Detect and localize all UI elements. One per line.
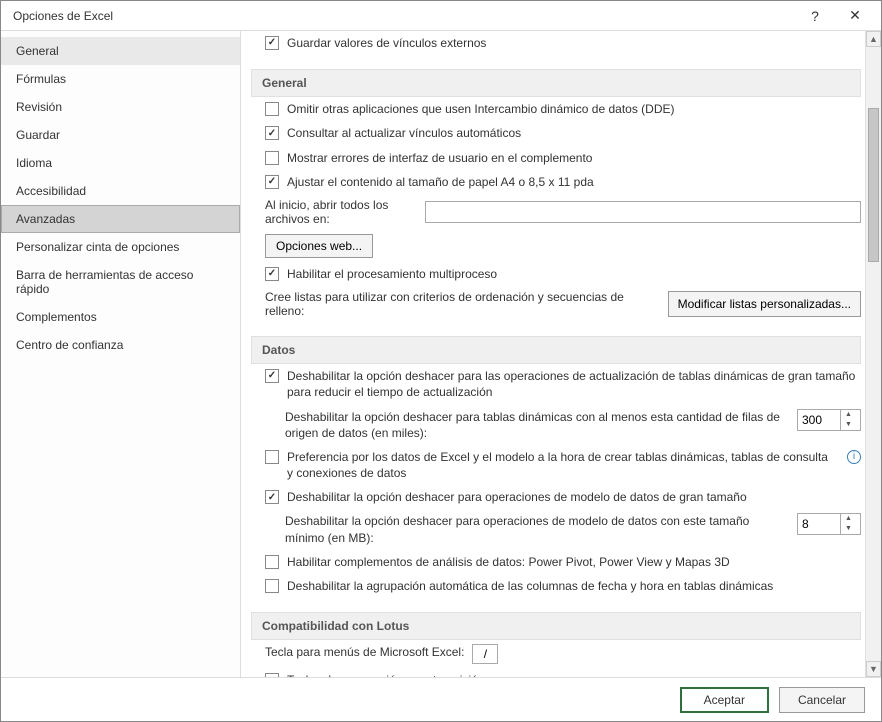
lbl-open-all-files: Al inicio, abrir todos los archivos en: xyxy=(265,198,415,226)
window-title: Opciones de Excel xyxy=(13,9,795,23)
btn-web-options[interactable]: Opciones web... xyxy=(265,234,373,258)
input-menu-key[interactable] xyxy=(472,644,498,664)
chk-consult-links[interactable] xyxy=(265,126,279,140)
help-button[interactable]: ? xyxy=(795,2,835,30)
chk-disable-undo-large-dm[interactable] xyxy=(265,490,279,504)
chk-disable-datetime-group[interactable] xyxy=(265,579,279,593)
lbl-disable-undo-dm-min: Deshabilitar la opción deshacer para ope… xyxy=(285,513,789,545)
chk-show-addin-errors[interactable] xyxy=(265,151,279,165)
spin-pt-rows[interactable]: ▲▼ xyxy=(797,409,861,431)
sidebar-item-formulas[interactable]: Fórmulas xyxy=(1,65,240,93)
sidebar-item-accessibility[interactable]: Accesibilidad xyxy=(1,177,240,205)
section-header-lotus: Compatibilidad con Lotus xyxy=(251,612,861,640)
options-content: Guardar valores de vínculos externos Gen… xyxy=(241,31,865,677)
info-icon[interactable]: i xyxy=(847,450,861,464)
spin-up-icon[interactable]: ▲ xyxy=(840,514,856,524)
input-open-all-files[interactable] xyxy=(425,201,861,223)
lbl-fit-a4: Ajustar el contenido al tamaño de papel … xyxy=(287,174,861,190)
lbl-show-addin-errors: Mostrar errores de interfaz de usuario e… xyxy=(287,150,861,166)
chk-save-external-links[interactable] xyxy=(265,36,279,50)
spin-down-icon[interactable]: ▼ xyxy=(840,420,856,430)
sidebar-item-addins[interactable]: Complementos xyxy=(1,303,240,331)
sidebar-item-quick-access[interactable]: Barra de herramientas de acceso rápido xyxy=(1,261,240,303)
lbl-disable-undo-pt-rows: Deshabilitar la opción deshacer para tab… xyxy=(285,409,789,441)
sidebar-item-revision[interactable]: Revisión xyxy=(1,93,240,121)
dialog-button-bar: Aceptar Cancelar xyxy=(1,677,881,721)
chk-disable-undo-large-pt[interactable] xyxy=(265,369,279,383)
ok-button[interactable]: Aceptar xyxy=(680,687,769,713)
scrollbar-track[interactable] xyxy=(866,47,881,661)
lbl-disable-undo-large-dm: Deshabilitar la opción deshacer para ope… xyxy=(287,489,861,505)
titlebar: Opciones de Excel ? ✕ xyxy=(1,1,881,31)
excel-options-dialog: Opciones de Excel ? ✕ General Fórmulas R… xyxy=(0,0,882,722)
lbl-transition-nav: Teclas de navegación para transición xyxy=(287,672,861,677)
sidebar-item-general[interactable]: General xyxy=(1,37,240,65)
close-button[interactable]: ✕ xyxy=(835,2,875,30)
sidebar-item-trust-center[interactable]: Centro de confianza xyxy=(1,331,240,359)
lbl-sort-lists: Cree listas para utilizar con criterios … xyxy=(265,290,660,318)
chk-omit-dde[interactable] xyxy=(265,102,279,116)
category-sidebar: General Fórmulas Revisión Guardar Idioma… xyxy=(1,31,241,677)
lbl-prefer-excel-model: Preferencia por los datos de Excel y el … xyxy=(287,449,833,481)
scroll-down-icon[interactable]: ▼ xyxy=(866,661,881,677)
chk-fit-a4[interactable] xyxy=(265,175,279,189)
spin-dm-min[interactable]: ▲▼ xyxy=(797,513,861,535)
chk-enable-multi[interactable] xyxy=(265,267,279,281)
lbl-enable-multi: Habilitar el procesamiento multiproceso xyxy=(287,266,861,282)
chk-transition-nav[interactable] xyxy=(265,673,279,677)
lbl-disable-undo-large-pt: Deshabilitar la opción deshacer para las… xyxy=(287,368,861,400)
section-header-data: Datos xyxy=(251,336,861,364)
input-dm-min[interactable] xyxy=(798,515,840,533)
sidebar-item-advanced[interactable]: Avanzadas xyxy=(1,205,240,233)
lbl-enable-analysis-addins: Habilitar complementos de análisis de da… xyxy=(287,554,861,570)
spin-down-icon[interactable]: ▼ xyxy=(840,524,856,534)
spin-up-icon[interactable]: ▲ xyxy=(840,410,856,420)
sidebar-item-save[interactable]: Guardar xyxy=(1,121,240,149)
sidebar-item-language[interactable]: Idioma xyxy=(1,149,240,177)
lbl-omit-dde: Omitir otras aplicaciones que usen Inter… xyxy=(287,101,861,117)
chk-enable-analysis-addins[interactable] xyxy=(265,555,279,569)
lbl-menu-key: Tecla para menús de Microsoft Excel: xyxy=(265,644,464,660)
lbl-save-external-links: Guardar valores de vínculos externos xyxy=(287,35,861,51)
cancel-button[interactable]: Cancelar xyxy=(779,687,865,713)
btn-edit-custom-lists[interactable]: Modificar listas personalizadas... xyxy=(668,291,861,317)
scrollbar-thumb[interactable] xyxy=(868,108,879,262)
scroll-up-icon[interactable]: ▲ xyxy=(866,31,881,47)
lbl-disable-datetime-group: Deshabilitar la agrupación automática de… xyxy=(287,578,861,594)
vertical-scrollbar[interactable]: ▲ ▼ xyxy=(865,31,881,677)
chk-prefer-excel-model[interactable] xyxy=(265,450,279,464)
sidebar-item-customize-ribbon[interactable]: Personalizar cinta de opciones xyxy=(1,233,240,261)
section-header-general: General xyxy=(251,69,861,97)
input-pt-rows[interactable] xyxy=(798,411,840,429)
lbl-consult-links: Consultar al actualizar vínculos automát… xyxy=(287,125,861,141)
